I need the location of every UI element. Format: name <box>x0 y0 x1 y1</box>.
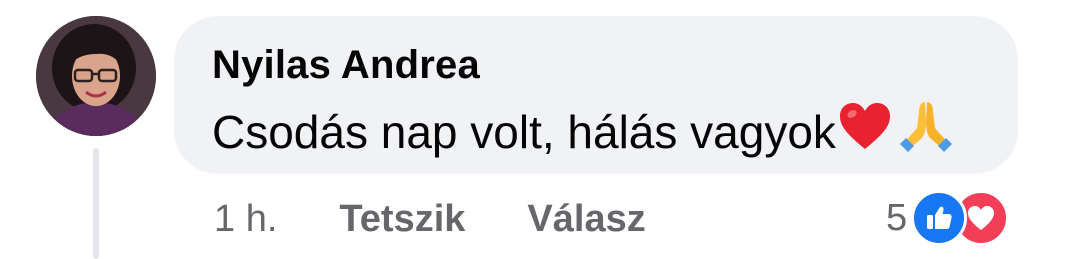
comment-actions: 1 h. Tetszik Válasz <box>214 198 646 241</box>
reaction-count: 5 <box>886 196 908 239</box>
reply-button[interactable]: Válasz <box>527 198 645 241</box>
folded-hands-icon <box>898 98 954 166</box>
comment-bubble: Nyilas Andrea Csodás nap volt, hálás vag… <box>174 16 1018 174</box>
like-button[interactable]: Tetszik <box>339 198 465 241</box>
thread-line <box>93 148 99 259</box>
comment-text: Csodás nap volt, hálás vagyok <box>212 106 836 158</box>
like-icon <box>911 190 968 246</box>
comment-author[interactable]: Nyilas Andrea <box>212 42 1018 88</box>
red-heart-icon <box>838 101 892 163</box>
comment-timestamp[interactable]: 1 h. <box>214 198 277 241</box>
reaction-summary[interactable]: 5 <box>886 190 1010 246</box>
avatar[interactable] <box>36 16 156 136</box>
avatar-image <box>36 16 156 136</box>
